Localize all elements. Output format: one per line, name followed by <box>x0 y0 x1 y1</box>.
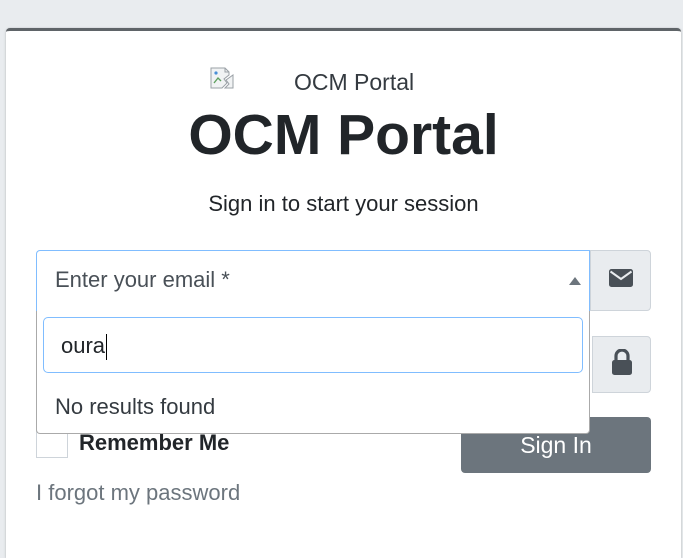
email-dropdown: oura No results found <box>36 311 590 434</box>
dropdown-search-input[interactable]: oura <box>43 317 583 373</box>
password-addon <box>592 336 651 393</box>
no-results-message: No results found <box>55 394 216 419</box>
text-caret <box>106 334 108 361</box>
remember-me-checkbox[interactable] <box>36 430 68 458</box>
login-card: OCM Portal OCM Portal Sign in to start y… <box>6 28 681 558</box>
logo: OCM Portal <box>6 67 681 97</box>
login-subtitle: Sign in to start your session <box>208 191 479 216</box>
broken-image-icon <box>210 67 234 89</box>
email-select[interactable]: Enter your email * <box>36 250 590 311</box>
email-addon <box>590 250 651 311</box>
dropdown-search-value: oura <box>61 333 106 358</box>
logo-alt-text: OCM Portal <box>294 69 415 95</box>
page-title: OCM Portal <box>188 103 499 167</box>
lock-icon <box>611 348 632 380</box>
envelope-icon <box>608 269 633 292</box>
chevron-up-icon <box>569 277 581 285</box>
email-select-placeholder: Enter your email * <box>55 267 230 292</box>
forgot-password-link[interactable]: I forgot my password <box>36 480 240 506</box>
